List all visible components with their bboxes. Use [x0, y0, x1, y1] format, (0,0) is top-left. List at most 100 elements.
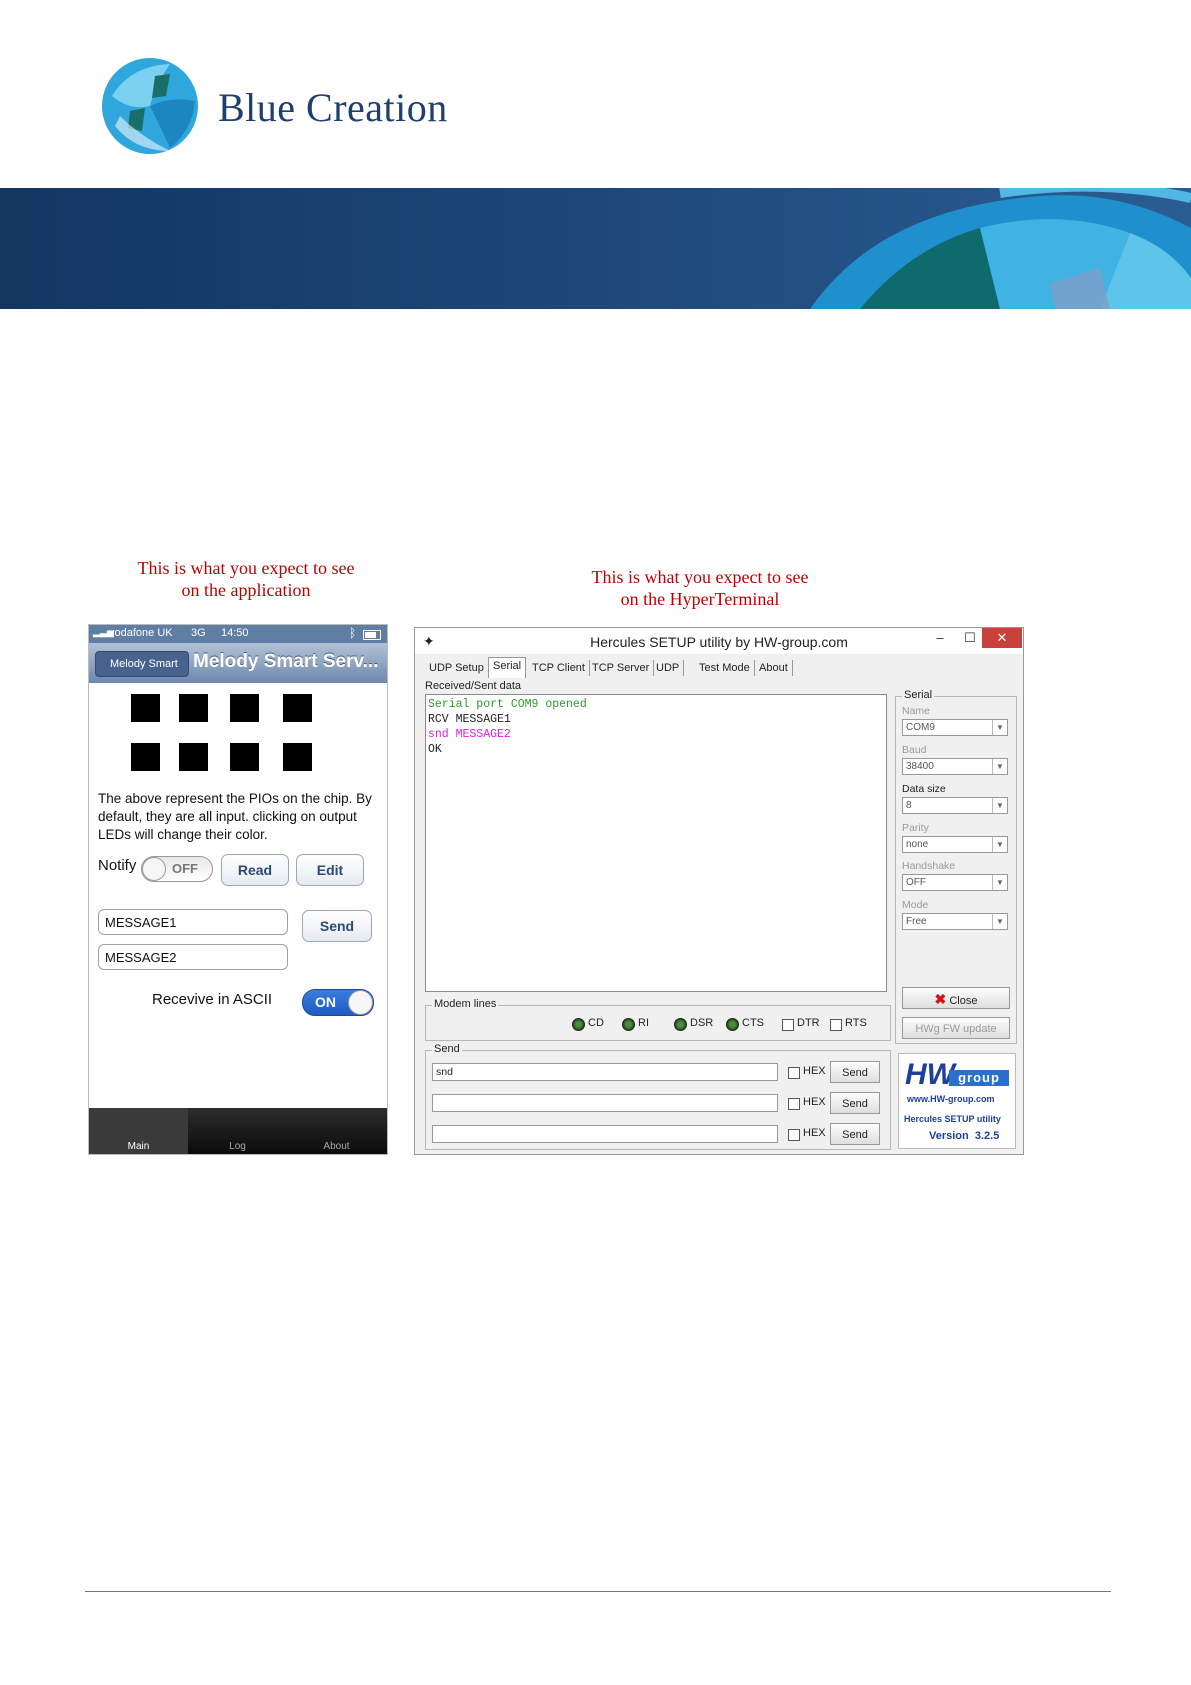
dsr-label: DSR [690, 1017, 714, 1029]
message2-field[interactable]: MESSAGE2 [98, 944, 288, 970]
tab-log[interactable]: Log [188, 1108, 287, 1154]
hercules-window: ✦ Hercules SETUP utility by HW-group.com… [414, 627, 1024, 1155]
ri-label: RI [638, 1017, 649, 1029]
chevron-down-icon: ▼ [992, 798, 1007, 813]
carrier-label: vodafone UK [109, 627, 173, 639]
send-input[interactable]: snd [432, 1063, 778, 1081]
app-caption-line2: on the application [181, 580, 311, 600]
battery-icon [363, 630, 381, 640]
notify-label: Notify [98, 857, 137, 874]
close-window-button[interactable]: ✕ [982, 628, 1022, 648]
hex-checkbox[interactable] [788, 1129, 800, 1141]
tab-tcp-client[interactable]: TCP Client [528, 660, 590, 676]
close-port-label: Close [949, 995, 978, 1007]
tab-serial[interactable]: Serial [488, 657, 527, 678]
pio-indicator[interactable] [179, 694, 208, 722]
fw-update-button[interactable]: HWg FW update [902, 1017, 1010, 1039]
cts-led-icon [726, 1018, 739, 1031]
app-caption: This is what you expect to see on the ap… [100, 557, 392, 601]
pio-indicator[interactable] [131, 694, 160, 722]
bluetooth-icon: ᛒ [349, 626, 357, 640]
hex-label: HEX [803, 1127, 826, 1139]
dtr-checkbox[interactable] [782, 1019, 794, 1031]
pio-description: The above represent the PIOs on the chip… [98, 791, 372, 842]
tab-main[interactable]: Main [89, 1108, 188, 1154]
status-bar: ▂▃▅ vodafone UK 3G 14:50 ᛒ [89, 625, 387, 643]
hex-checkbox[interactable] [788, 1067, 800, 1079]
mode-label: Mode [902, 899, 929, 911]
pio-indicator[interactable] [283, 743, 312, 771]
notify-state: OFF [172, 861, 198, 876]
pio-indicator[interactable] [283, 694, 312, 722]
banner-globe-graphic [810, 188, 1191, 309]
baud-select[interactable]: 38400 ▼ [902, 758, 1008, 775]
dtr-label: DTR [797, 1017, 820, 1029]
tab-udp-setup[interactable]: UDP Setup [425, 660, 489, 676]
back-button[interactable]: Melody Smart [95, 651, 189, 677]
chevron-down-icon: ▼ [992, 759, 1007, 774]
baud-label: Baud [902, 744, 927, 756]
chevron-down-icon: ▼ [992, 720, 1007, 735]
tab-tcp-server[interactable]: TCP Server [588, 660, 655, 676]
tab-udp[interactable]: UDP [652, 660, 685, 676]
chevron-down-icon: ▼ [992, 837, 1007, 852]
notify-toggle[interactable]: OFF [141, 856, 213, 882]
handshake-label: Handshake [902, 860, 956, 872]
pio-indicator[interactable] [131, 743, 160, 771]
datasize-label: Data size [902, 783, 946, 795]
edit-button[interactable]: Edit [296, 854, 364, 886]
send-input[interactable] [432, 1094, 778, 1112]
network-label: 3G [191, 627, 206, 639]
log-line: RCV MESSAGE1 [428, 713, 511, 726]
pio-indicator[interactable] [179, 743, 208, 771]
send-button[interactable]: Send [830, 1123, 880, 1145]
hex-checkbox[interactable] [788, 1098, 800, 1110]
send-button[interactable]: Send [830, 1061, 880, 1083]
send-button[interactable]: Send [830, 1092, 880, 1114]
tab-about[interactable]: About [755, 660, 793, 676]
company-name: Blue Creation [218, 85, 448, 130]
datasize-select[interactable]: 8 ▼ [902, 797, 1008, 814]
send-button[interactable]: Send [302, 910, 372, 942]
baud-value: 38400 [906, 761, 934, 772]
hw-group-logo: HW group www.HW-group.com Hercules SETUP… [898, 1053, 1016, 1149]
hw-version: Version 3.2.5 [929, 1130, 1000, 1142]
hex-label: HEX [803, 1096, 826, 1108]
port-name-select[interactable]: COM9 ▼ [902, 719, 1008, 736]
chevron-down-icon: ▼ [992, 914, 1007, 929]
read-button[interactable]: Read [221, 854, 289, 886]
name-label: Name [902, 705, 931, 717]
serial-settings-group: Serial Name COM9 ▼ Baud 38400 ▼ Data size … [895, 689, 1017, 1044]
mode-select[interactable]: Free ▼ [902, 913, 1008, 930]
send-group: Send snd HEX Send HEX Send HEX Send [425, 1043, 891, 1150]
time-label: 14:50 [221, 627, 249, 639]
pio-indicator[interactable] [230, 743, 259, 771]
company-logo [100, 56, 200, 156]
ri-led-icon [622, 1018, 635, 1031]
header-banner [0, 188, 1191, 309]
rts-checkbox[interactable] [830, 1019, 842, 1031]
mode-value: Free [906, 916, 927, 927]
close-x-icon: ✖ [934, 991, 947, 1007]
minimize-button[interactable]: – [925, 628, 955, 648]
modem-lines-group: Modem lines CD RI DSR CTS DTR RTS [425, 998, 891, 1041]
send-group-label: Send [432, 1043, 462, 1055]
close-port-button[interactable]: ✖ Close [902, 987, 1010, 1009]
phone-screenshot: ▂▃▅ vodafone UK 3G 14:50 ᛒ Melody Smart … [88, 624, 388, 1155]
tab-about[interactable]: About [287, 1108, 386, 1154]
message1-field[interactable]: MESSAGE1 [98, 909, 288, 935]
tab-test-mode[interactable]: Test Mode [695, 660, 755, 676]
maximize-button[interactable]: ☐ [955, 628, 985, 648]
handshake-select[interactable]: OFF ▼ [902, 874, 1008, 891]
hw-brand-suffix: group [949, 1070, 1009, 1086]
received-data-area[interactable]: Serial port COM9 opened RCV MESSAGE1 snd… [425, 694, 887, 992]
parity-select[interactable]: none ▼ [902, 836, 1008, 853]
nav-bar: Melody Smart Melody Smart Serv... [89, 643, 387, 683]
handshake-value: OFF [906, 877, 926, 888]
parity-value: none [906, 839, 929, 850]
hw-brand: HW [905, 1058, 955, 1091]
ascii-toggle[interactable]: ON [302, 989, 374, 1016]
hw-product: Hercules SETUP utility [904, 1114, 1001, 1124]
pio-indicator[interactable] [230, 694, 259, 722]
send-input[interactable] [432, 1125, 778, 1143]
